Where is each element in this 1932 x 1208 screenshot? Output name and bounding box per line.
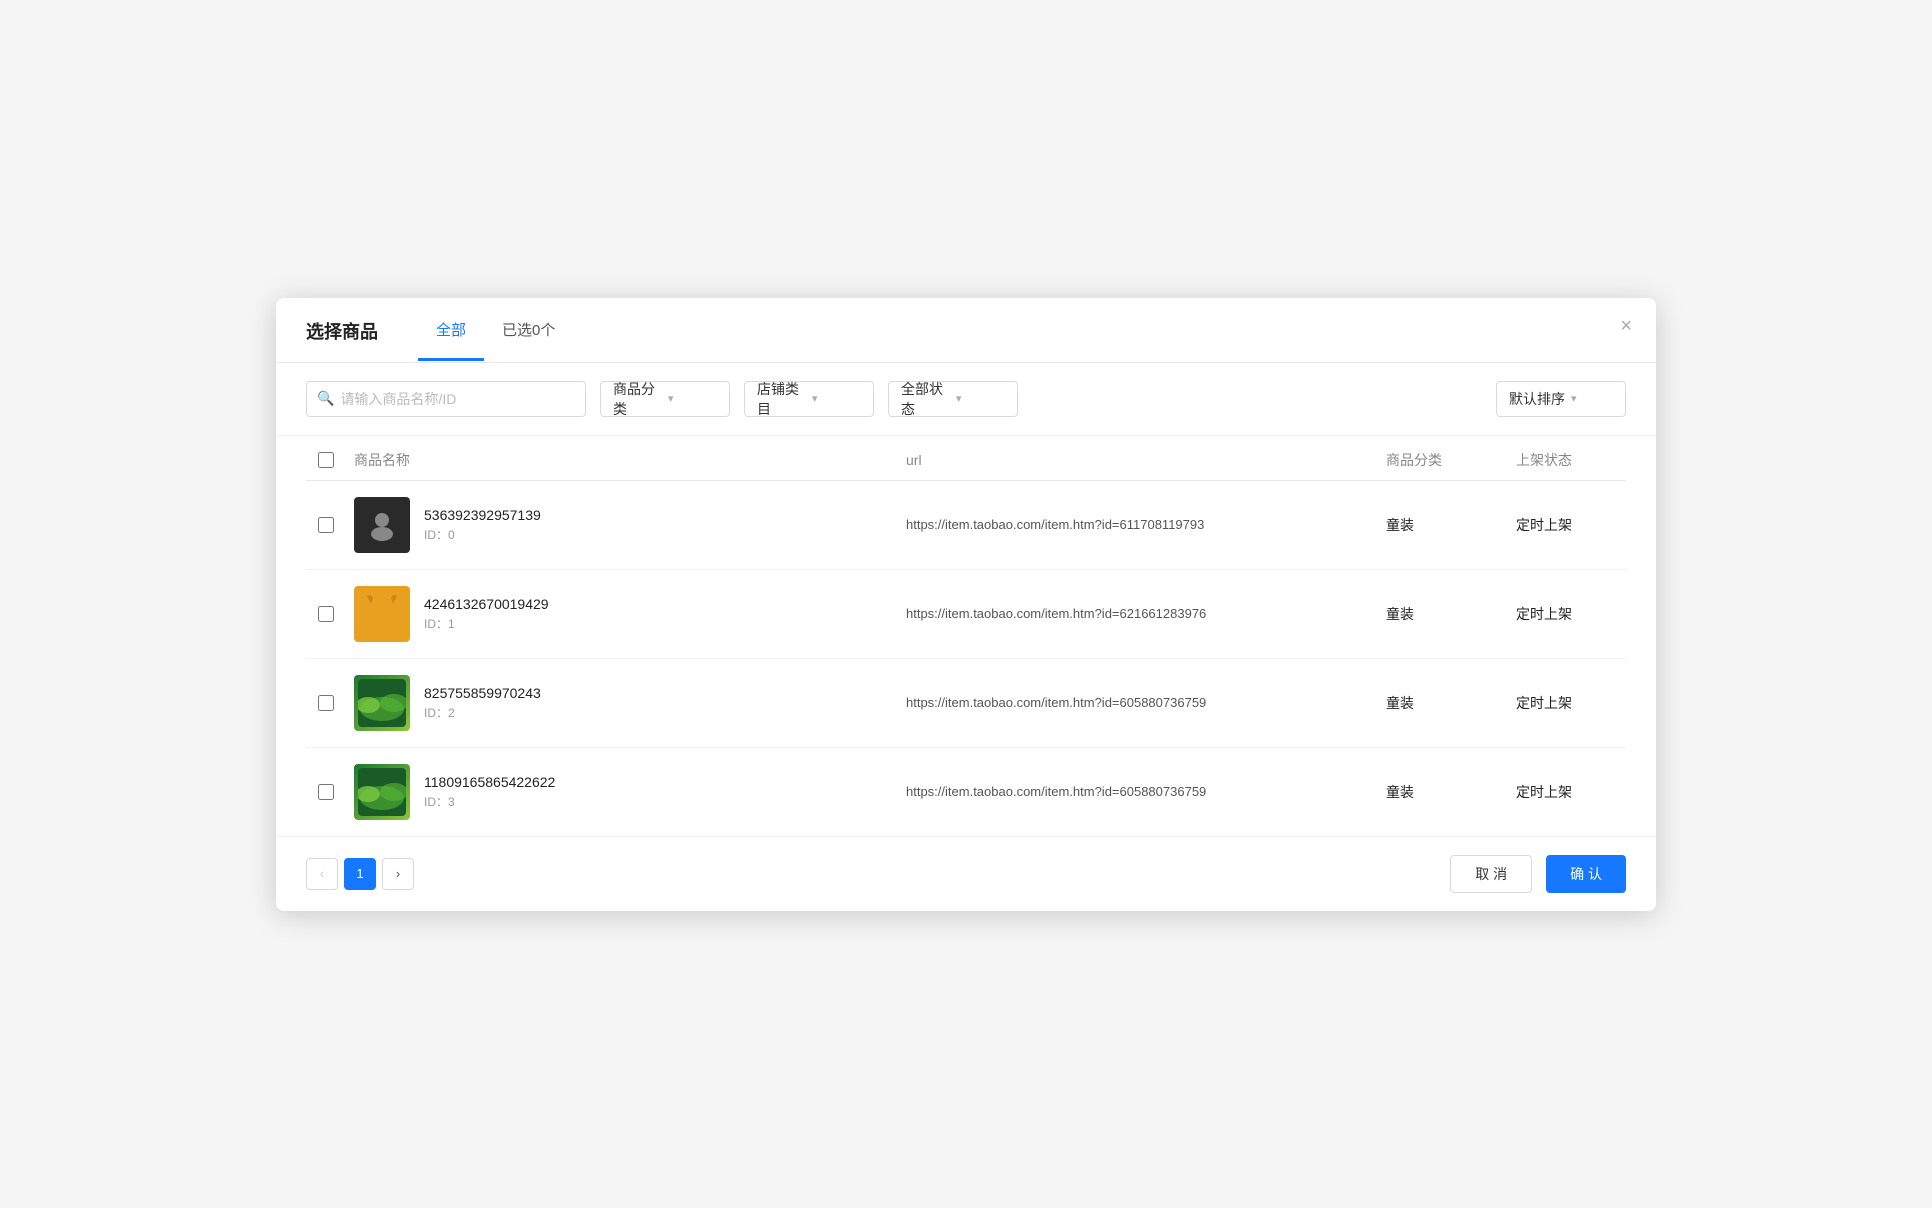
product-name-2: 825755859970243 <box>424 685 541 701</box>
col-header-name: 商品名称 <box>346 450 906 470</box>
url-cell-0: https://item.taobao.com/item.htm?id=6117… <box>906 517 1386 532</box>
status-select-label: 全部状态 <box>901 379 950 419</box>
table-row: 825755859970243 ID：2 https://item.taobao… <box>306 659 1626 748</box>
table-area: 商品名称 url 商品分类 上架状态 536392392957139 <box>276 436 1656 836</box>
product-info-2: 825755859970243 ID：2 <box>346 659 906 747</box>
product-name-3: 11809165865422622 <box>424 774 555 790</box>
tab-selected[interactable]: 已选0个 <box>484 319 573 361</box>
modal-title: 选择商品 <box>306 318 378 362</box>
product-id-1: ID：1 <box>424 615 549 632</box>
row-checkbox-0[interactable] <box>318 517 334 533</box>
cat-cell-3: 童装 <box>1386 782 1516 802</box>
store-select-label: 店铺类目 <box>757 379 806 419</box>
product-text-2: 825755859970243 ID：2 <box>424 685 541 721</box>
header-check-col[interactable] <box>306 452 346 468</box>
row-checkbox-1[interactable] <box>318 606 334 622</box>
chevron-down-icon: ▾ <box>956 392 1005 405</box>
footer: ‹ 1 › 取 消 确 认 <box>276 836 1656 911</box>
table-row: 11809165865422622 ID：3 https://item.taob… <box>306 748 1626 836</box>
url-cell-2: https://item.taobao.com/item.htm?id=6058… <box>906 695 1386 710</box>
row-check-1[interactable] <box>306 606 346 622</box>
filter-bar: 🔍 商品分类 ▾ 店铺类目 ▾ 全部状态 ▾ 默认排序 ▾ <box>276 363 1656 436</box>
chevron-down-icon: ▾ <box>812 392 861 405</box>
product-thumb-3 <box>354 764 410 820</box>
product-thumb-0 <box>354 497 410 553</box>
product-info-0: 536392392957139 ID：0 <box>346 481 906 569</box>
tab-all[interactable]: 全部 <box>418 319 484 361</box>
modal-container: 选择商品 全部 已选0个 × 🔍 商品分类 ▾ 店铺类目 ▾ 全部状态 ▾ 默认… <box>276 298 1656 911</box>
cat-cell-2: 童装 <box>1386 693 1516 713</box>
status-cell-2: 定时上架 <box>1516 693 1626 713</box>
sort-select-label: 默认排序 <box>1509 389 1565 409</box>
status-cell-1: 定时上架 <box>1516 604 1626 624</box>
search-wrapper[interactable]: 🔍 <box>306 381 586 417</box>
product-thumb-img-2 <box>358 679 406 727</box>
search-input[interactable] <box>340 391 575 407</box>
product-thumb-img-3 <box>358 768 406 816</box>
status-cell-3: 定时上架 <box>1516 782 1626 802</box>
next-page-button[interactable]: › <box>382 858 414 890</box>
product-name-1: 4246132670019429 <box>424 596 549 612</box>
cancel-button[interactable]: 取 消 <box>1450 855 1532 893</box>
table-row: 536392392957139 ID：0 https://item.taobao… <box>306 481 1626 570</box>
row-check-3[interactable] <box>306 784 346 800</box>
col-header-category: 商品分类 <box>1386 450 1516 470</box>
url-cell-1: https://item.taobao.com/item.htm?id=6216… <box>906 606 1386 621</box>
product-text-3: 11809165865422622 ID：3 <box>424 774 555 810</box>
product-thumb-img-0 <box>363 506 401 544</box>
row-checkbox-2[interactable] <box>318 695 334 711</box>
product-id-0: ID：0 <box>424 526 541 543</box>
page-1-button[interactable]: 1 <box>344 858 376 890</box>
status-cell-0: 定时上架 <box>1516 515 1626 535</box>
col-header-status: 上架状态 <box>1516 450 1626 470</box>
sort-select[interactable]: 默认排序 ▾ <box>1496 381 1626 417</box>
table-header: 商品名称 url 商品分类 上架状态 <box>306 436 1626 481</box>
modal-header: 选择商品 全部 已选0个 × <box>276 298 1656 363</box>
row-check-0[interactable] <box>306 517 346 533</box>
row-checkbox-3[interactable] <box>318 784 334 800</box>
product-thumb-1 <box>354 586 410 642</box>
product-text-0: 536392392957139 ID：0 <box>424 507 541 543</box>
category-select[interactable]: 商品分类 ▾ <box>600 381 730 417</box>
pagination: ‹ 1 › <box>306 858 414 890</box>
product-name-0: 536392392957139 <box>424 507 541 523</box>
product-thumb-2 <box>354 675 410 731</box>
status-select[interactable]: 全部状态 ▾ <box>888 381 1018 417</box>
cat-cell-0: 童装 <box>1386 515 1516 535</box>
product-id-3: ID：3 <box>424 793 555 810</box>
category-select-label: 商品分类 <box>613 379 662 419</box>
product-info-1: 4246132670019429 ID：1 <box>346 570 906 658</box>
product-thumb-img-1 <box>365 594 399 634</box>
footer-buttons: 取 消 确 认 <box>1450 855 1626 893</box>
chevron-down-icon: ▾ <box>1571 392 1577 405</box>
search-icon: 🔍 <box>317 390 334 407</box>
select-all-checkbox[interactable] <box>318 452 334 468</box>
prev-page-button[interactable]: ‹ <box>306 858 338 890</box>
product-id-2: ID：2 <box>424 704 541 721</box>
confirm-button[interactable]: 确 认 <box>1546 855 1626 893</box>
row-check-2[interactable] <box>306 695 346 711</box>
col-header-url: url <box>906 452 1386 468</box>
cat-cell-1: 童装 <box>1386 604 1516 624</box>
store-select[interactable]: 店铺类目 ▾ <box>744 381 874 417</box>
product-info-3: 11809165865422622 ID：3 <box>346 748 906 836</box>
product-text-1: 4246132670019429 ID：1 <box>424 596 549 632</box>
table-row: 4246132670019429 ID：1 https://item.taoba… <box>306 570 1626 659</box>
close-button[interactable]: × <box>1620 316 1632 336</box>
chevron-down-icon: ▾ <box>668 392 717 405</box>
tabs-bar: 全部 已选0个 <box>418 319 573 361</box>
url-cell-3: https://item.taobao.com/item.htm?id=6058… <box>906 784 1386 799</box>
